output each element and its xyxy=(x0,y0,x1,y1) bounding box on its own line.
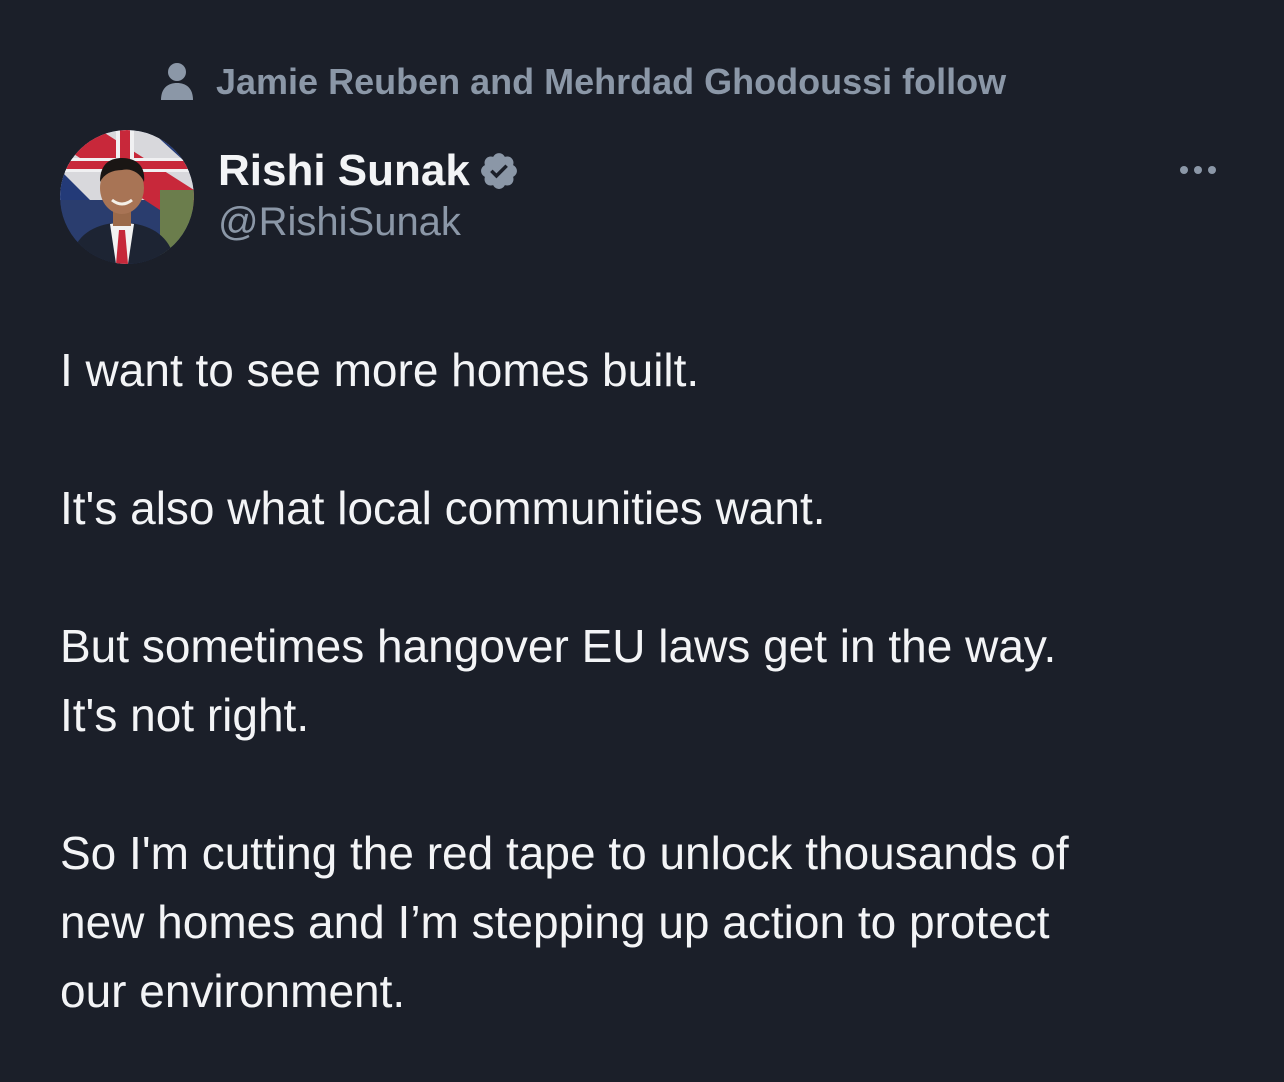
name-row: Rishi Sunak xyxy=(218,144,522,198)
social-context[interactable]: Jamie Reuben and Mehrdad Ghodoussi follo… xyxy=(160,58,1006,106)
more-options-icon[interactable] xyxy=(1170,150,1226,190)
avatar[interactable] xyxy=(60,130,194,264)
handle[interactable]: @RishiSunak xyxy=(218,200,522,245)
display-name[interactable]: Rishi Sunak xyxy=(218,146,470,196)
tweet-paragraph: So I'm cutting the red tape to unlock th… xyxy=(60,827,1069,1017)
more-dot xyxy=(1208,166,1216,174)
verified-badge-icon[interactable] xyxy=(478,149,522,193)
tweet-paragraph: But sometimes hangover EU laws get in th… xyxy=(60,620,1057,741)
social-context-text: Jamie Reuben and Mehrdad Ghodoussi follo… xyxy=(216,61,1007,102)
more-dot xyxy=(1180,166,1188,174)
tweet-text: I want to see more homes built. It's als… xyxy=(60,336,1250,1026)
tweet-card: Jamie Reuben and Mehrdad Ghodoussi follo… xyxy=(0,0,1284,1082)
person-icon xyxy=(160,62,194,102)
more-dot xyxy=(1194,166,1202,174)
tweet-paragraph: It's also what local communities want. xyxy=(60,482,826,534)
profile-photo xyxy=(60,130,194,264)
tweet-paragraph: I want to see more homes built. xyxy=(60,344,700,396)
author-info[interactable]: Rishi Sunak @RishiSunak xyxy=(218,144,522,245)
